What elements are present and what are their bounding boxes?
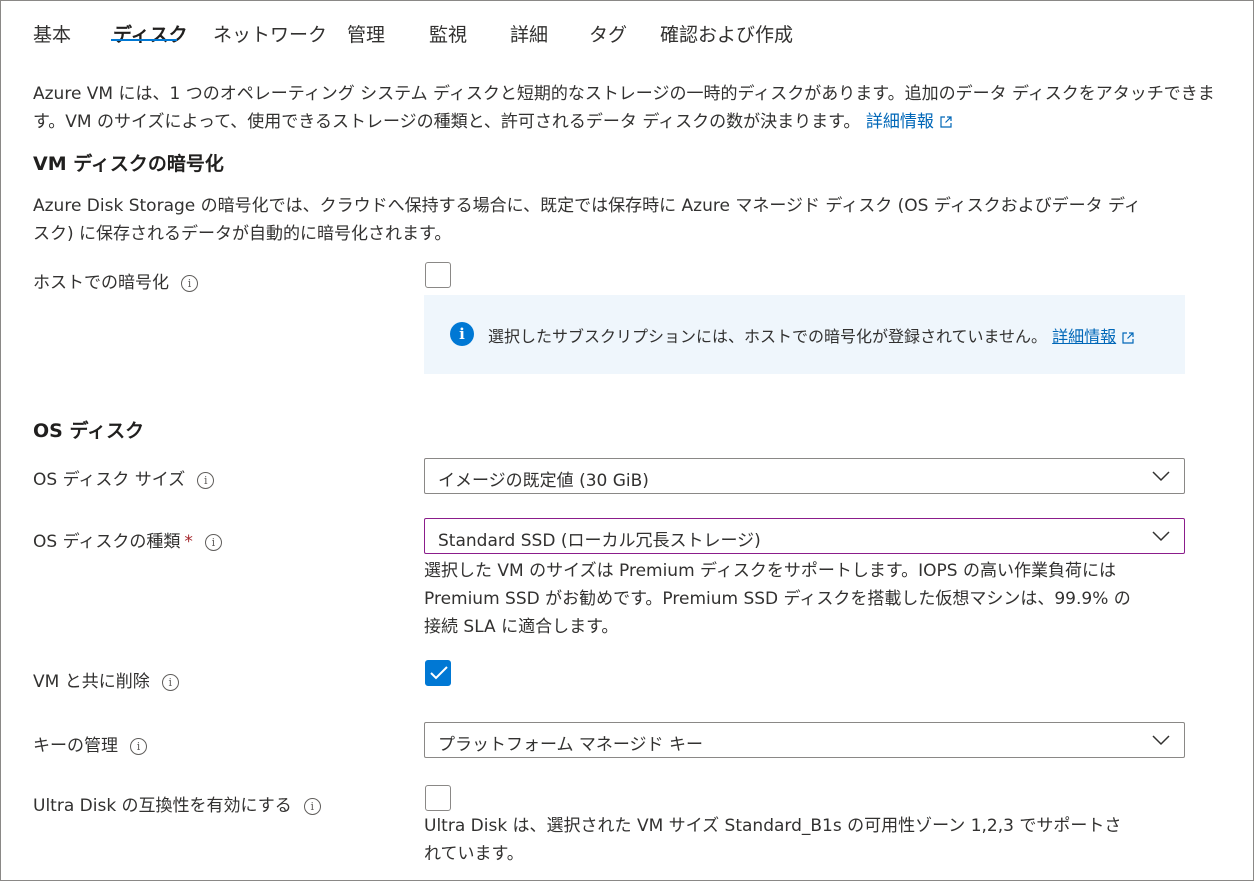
key-management-select[interactable]: プラットフォーム マネージド キー (424, 722, 1185, 758)
tab-review-create[interactable]: 確認および作成 (660, 20, 793, 47)
os-disk-type-help: 選択した VM のサイズは Premium ディスクをサポートします。IOPS … (424, 561, 1131, 637)
info-circle-icon: i (450, 322, 474, 346)
tab-basics[interactable]: 基本 (33, 20, 71, 47)
required-marker: * (184, 532, 193, 552)
os-disk-type-label: OS ディスクの種類 * i (33, 527, 222, 552)
chevron-down-icon (1152, 735, 1170, 746)
host-encryption-label: ホストでの暗号化 i (33, 268, 198, 293)
os-disk-heading: OS ディスク (33, 420, 145, 442)
tab-management[interactable]: 管理 (347, 20, 385, 47)
host-encryption-checkbox[interactable] (425, 262, 451, 288)
external-link-icon (1122, 331, 1134, 344)
chevron-down-icon (1152, 471, 1170, 482)
tab-disks[interactable]: ディスク (113, 20, 188, 47)
ultra-disk-label: Ultra Disk の互換性を有効にする i (33, 791, 321, 816)
encryption-description: Azure Disk Storage の暗号化では、クラウドへ保持する場合に、既… (33, 196, 1141, 244)
os-disk-size-label: OS ディスク サイズ i (33, 465, 215, 490)
external-link-icon (940, 116, 952, 128)
info-icon[interactable]: i (161, 673, 179, 691)
tab-monitoring[interactable]: 監視 (429, 20, 467, 47)
checkmark-icon (430, 666, 448, 680)
os-disk-type-select[interactable]: Standard SSD (ローカル冗長ストレージ) (424, 518, 1185, 554)
info-icon[interactable]: i (204, 533, 222, 551)
ultra-disk-checkbox[interactable] (425, 785, 451, 811)
delete-with-vm-checkbox[interactable] (425, 660, 451, 686)
tab-advanced[interactable]: 詳細 (510, 20, 548, 47)
delete-with-vm-label: VM と共に削除 i (33, 667, 179, 692)
tab-networking[interactable]: ネットワーク (213, 20, 327, 47)
tab-tags[interactable]: タグ (589, 20, 627, 47)
ultra-disk-help: Ultra Disk は、選択された VM サイズ Standard_B1s の… (424, 816, 1122, 864)
chevron-down-icon (1152, 531, 1170, 542)
intro-learn-more-link[interactable]: 詳細情報 (866, 112, 934, 132)
host-encryption-info-banner: i 選択したサブスクリプションには、ホストでの暗号化が登録されていません。 詳細… (424, 295, 1185, 374)
info-icon[interactable]: i (181, 274, 198, 292)
info-learn-more-link[interactable]: 詳細情報 (1052, 327, 1116, 346)
info-icon[interactable]: i (130, 737, 147, 755)
active-tab-indicator (111, 39, 177, 41)
encryption-heading: VM ディスクの暗号化 (33, 153, 224, 175)
info-icon[interactable]: i (197, 471, 215, 489)
intro-text: Azure VM には、1 つのオペレーティング システム ディスクと短期的なス… (33, 84, 1215, 132)
os-disk-size-select[interactable]: イメージの既定値 (30 GiB) (424, 458, 1185, 494)
info-icon[interactable]: i (303, 797, 321, 815)
key-management-label: キーの管理 i (33, 731, 147, 756)
